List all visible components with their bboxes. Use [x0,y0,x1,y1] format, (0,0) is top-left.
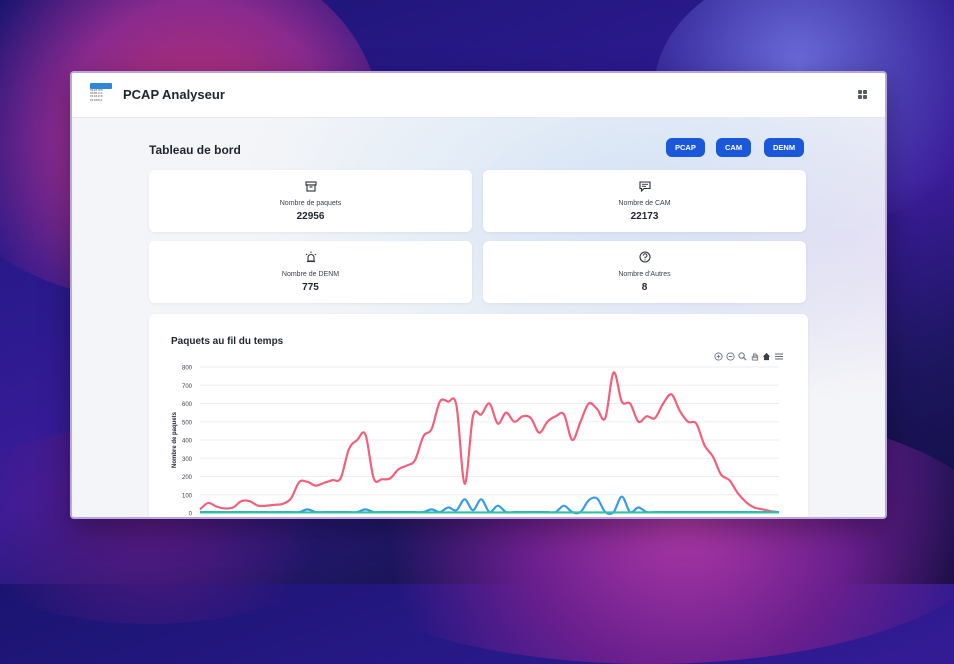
card-value: 8 [641,282,648,293]
y-tick-label: 500 [182,420,193,426]
apps-grid-icon[interactable] [858,90,867,99]
y-axis-label: Nombre de paquets [172,411,178,468]
app-title: PCAP Analyseur [123,87,225,102]
cam-count-card: Nombre de CAM 22173 [483,170,806,232]
dashboard-content: Tableau de bord PCAP CAM DENM Nombre de … [72,118,885,517]
alarm-icon [149,250,472,263]
cam-series-line [199,495,779,516]
card-value: 22173 [630,211,659,222]
card-value: 775 [302,282,319,293]
app-logo[interactable]: 0110100 0100111 0110110 0110011 [90,83,112,105]
total-series-line [199,371,780,514]
cam-button[interactable]: CAM [716,138,752,157]
y-tick-label: 800 [182,366,193,372]
denm-count-card: Nombre de DENM 775 [149,241,472,303]
packets-count-card: Nombre de paquets 22956 [149,170,472,232]
denm-button[interactable]: DENM [764,138,805,157]
y-tick-label: 400 [182,439,193,445]
card-label: Nombre de paquets [279,200,342,207]
message-icon [483,179,806,193]
page-title: Tableau de bord [149,143,241,157]
top-bar: 0110100 0100111 0110110 0110011 PCAP Ana… [72,73,885,118]
card-label: Nombre d'Autres [618,271,671,278]
card-label: Nombre de CAM [618,200,671,207]
y-tick-label: 100 [182,493,193,499]
question-icon [483,250,806,263]
archive-icon [149,179,472,192]
app-window: 0110100 0100111 0110110 0110011 PCAP Ana… [70,71,887,519]
y-tick-label: 0 [189,512,193,518]
y-tick-label: 700 [182,384,193,390]
others-count-card: Nombre d'Autres 8 [483,241,806,303]
packets-line-chart: 0 100 200 300 400 500 600 700 800 Nombre de paque… [172,366,780,518]
y-tick-label: 300 [182,457,193,463]
y-tick-label: 200 [182,475,193,481]
card-label: Nombre de DENM [281,271,340,278]
card-value: 22956 [296,211,325,222]
y-tick-label: 600 [182,402,193,408]
packets-over-time-chart-card: Paquets au fil du temps 0 100 200 300 400 500… [149,314,808,518]
pcap-button[interactable]: PCAP [666,138,705,157]
